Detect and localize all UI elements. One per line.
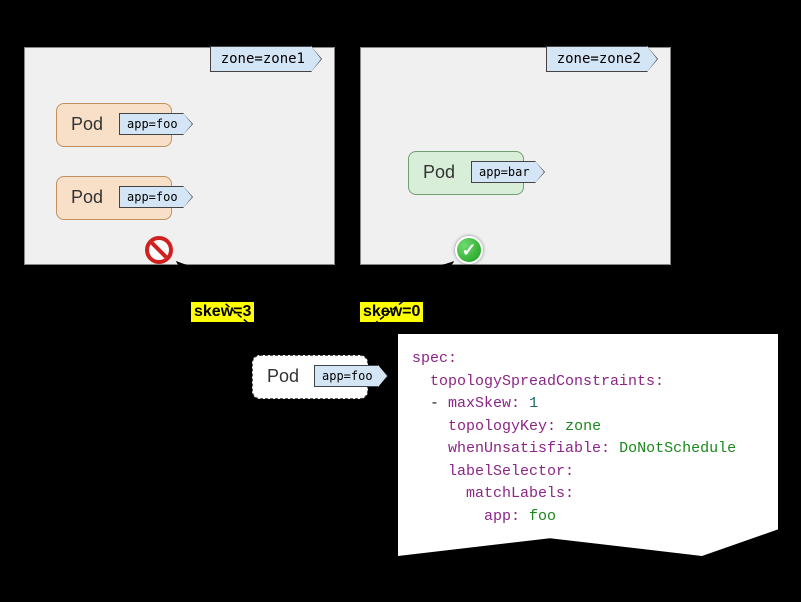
yaml-when-k: whenUnsatisfiable: [448, 440, 610, 457]
yaml-when-v: DoNotSchedule [619, 440, 736, 457]
zone-box-zone1: zone=zone1 [24, 47, 335, 265]
success-icon [455, 236, 483, 264]
skew-label-zone2: skew=0 [360, 302, 423, 322]
skew-label-zone1: skew=3 [191, 302, 254, 322]
zone-label-zone2: zone=zone2 [546, 46, 648, 72]
pod-label: Pod [71, 114, 103, 134]
yaml-dash: - [430, 395, 439, 412]
app-label-zone2-1: app=bar [471, 161, 536, 183]
pod-label: Pod [423, 162, 455, 182]
fail-icon [145, 236, 173, 264]
app-label-zone1-2: app=foo [119, 186, 184, 208]
yaml-spec: spec: [412, 350, 457, 367]
yaml-tsc: topologySpreadConstraints: [430, 373, 664, 390]
yaml-topokey-k: topologyKey: [448, 418, 556, 435]
yaml-spec-card: spec: topologySpreadConstraints: - maxSk… [398, 334, 778, 556]
yaml-maxskew-k: maxSkew: [448, 395, 520, 412]
app-label-pending: app=foo [314, 365, 379, 387]
pod-label: Pod [267, 366, 299, 386]
yaml-ls-k: labelSelector: [448, 463, 574, 480]
yaml-maxskew-v: 1 [529, 395, 538, 412]
pod-label: Pod [71, 187, 103, 207]
app-label-zone1-1: app=foo [119, 113, 184, 135]
yaml-ml-k: matchLabels: [466, 485, 574, 502]
yaml-app-k: app: [484, 508, 520, 525]
yaml-topokey-v: zone [565, 418, 601, 435]
yaml-app-v: foo [529, 508, 556, 525]
zone-label-zone1: zone=zone1 [210, 46, 312, 72]
